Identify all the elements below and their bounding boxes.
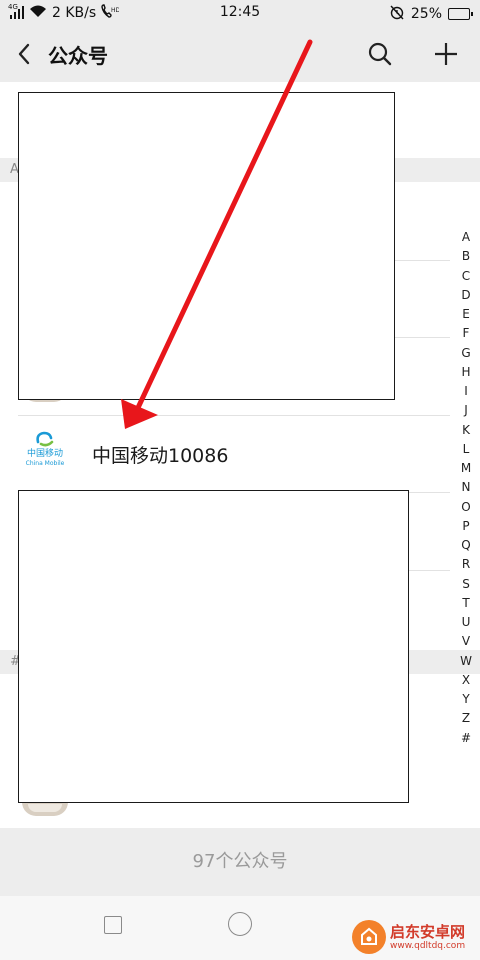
index-letter[interactable]: W [456,652,476,671]
logo-cn-text: 中国移动 [26,449,63,459]
index-letter[interactable]: F [456,324,476,343]
redaction-box [18,92,395,400]
index-letter[interactable]: E [456,305,476,324]
index-letter[interactable]: B [456,247,476,266]
home-button[interactable] [228,912,252,936]
account-count-footer: 97个公众号 [0,828,480,896]
index-letter[interactable]: Q [456,536,476,555]
title-bar: 公众号 [0,26,480,82]
watermark-text: 启东安卓网 www.qdltdq.com [390,923,465,952]
watermark-name: 启东安卓网 [390,922,466,941]
index-letter[interactable]: R [456,555,476,574]
add-button[interactable] [430,36,462,72]
redaction-box [18,490,409,803]
back-button[interactable] [10,38,38,70]
index-letter[interactable]: H [456,363,476,382]
account-avatar [22,802,68,816]
index-letter[interactable]: X [456,671,476,690]
index-letter[interactable]: G [456,344,476,363]
index-letter[interactable]: Z [456,709,476,728]
index-letter[interactable]: K [456,421,476,440]
index-letter[interactable]: J [456,401,476,420]
index-letter[interactable]: T [456,594,476,613]
index-letter[interactable]: # [456,729,476,748]
battery-percent: 25% [410,6,442,22]
index-letter[interactable]: O [456,498,476,517]
index-letter[interactable]: I [456,382,476,401]
account-name: 中国移动10086 [92,445,229,467]
index-letter[interactable]: M [456,459,476,478]
index-letter[interactable]: N [456,478,476,497]
page-title: 公众号 [48,44,108,68]
china-mobile-swirl-icon [36,431,54,447]
index-letter[interactable]: V [456,632,476,651]
recent-apps-button[interactable] [104,916,122,934]
index-letter[interactable]: L [456,440,476,459]
watermark-url: www.qdltdq.com [390,940,466,951]
chevron-left-icon [18,43,30,65]
site-watermark: 启东安卓网 www.qdltdq.com [352,918,478,956]
watermark-logo-icon [352,920,386,954]
search-button[interactable] [364,36,396,72]
index-letter[interactable]: A [456,228,476,247]
search-icon [368,42,392,66]
index-letter[interactable]: U [456,613,476,632]
china-mobile-logo: 中国移动 China Mobile [22,430,68,476]
alphabet-index-bar[interactable]: A B C D E F G H I J K L M N O P Q R S T … [456,228,476,748]
alarm-off-icon [389,4,405,24]
index-letter[interactable]: D [456,286,476,305]
logo-en-text: China Mobile [25,460,65,467]
status-bar: 4G 2 KB/s HD 12:45 25% [0,0,480,26]
list-item-china-mobile[interactable]: 中国移动 China Mobile 中国移动10086 [0,416,480,492]
battery-icon [448,8,473,20]
index-letter[interactable]: S [456,575,476,594]
index-letter[interactable]: P [456,517,476,536]
index-letter[interactable]: Y [456,690,476,709]
status-right-group: 25% [389,4,473,24]
plus-icon [435,43,457,65]
index-letter[interactable]: C [456,267,476,286]
